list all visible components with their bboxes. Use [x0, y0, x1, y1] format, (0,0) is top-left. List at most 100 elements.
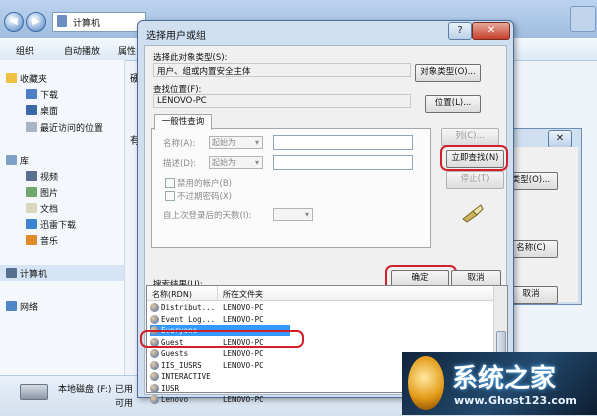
- disabled-accounts-checkbox[interactable]: [165, 178, 175, 188]
- result-name: Event Log...: [161, 314, 216, 324]
- sidebar-item-desktop[interactable]: 桌面: [40, 104, 58, 117]
- result-folder: LENOVO-PC: [223, 395, 264, 404]
- permissions-dialog-behind: ✕ 类型(O)... 名称(C) 取消: [504, 128, 582, 305]
- list-item[interactable]: INTERACTIVE: [150, 371, 290, 382]
- network-icon: [6, 301, 17, 311]
- col-header-name[interactable]: 名称(RDN): [152, 289, 192, 300]
- sidebar-item-documents[interactable]: 文档: [40, 202, 58, 215]
- list-item[interactable]: Event Log... LENOVO-PC: [150, 314, 290, 325]
- col-header-folder[interactable]: 所在文件夹: [223, 289, 263, 300]
- locations-button[interactable]: 位置(L)...: [425, 95, 481, 113]
- user-group-icon: [150, 372, 159, 381]
- tab-general-query[interactable]: 一般性查询: [154, 114, 212, 130]
- user-group-icon: [150, 360, 159, 370]
- sidebar-network[interactable]: 网络: [20, 300, 38, 313]
- watermark: 系统之家 www.Ghost123.com: [402, 352, 597, 415]
- stop-button[interactable]: 停止(T): [446, 171, 504, 189]
- behind-body: 类型(O)... 名称(C) 取消: [504, 147, 578, 304]
- non-expiring-password-checkbox[interactable]: [165, 191, 175, 201]
- star-icon: [6, 73, 17, 83]
- watermark-url: www.Ghost123.com: [454, 394, 577, 407]
- list-item[interactable]: IUSR: [150, 383, 290, 394]
- description-input[interactable]: [273, 155, 413, 170]
- back-icon[interactable]: ◀: [4, 12, 24, 32]
- search-box[interactable]: [570, 6, 596, 32]
- sidebar-item-videos[interactable]: 视频: [40, 170, 58, 183]
- drive-name: 本地磁盘 (F:): [58, 385, 112, 395]
- result-name: Lenovo: [161, 395, 189, 404]
- list-item[interactable]: Distribut... LENOVO-PC: [150, 302, 290, 313]
- days-since-logon-label: 自上次登录后的天数(I):: [163, 211, 252, 221]
- columns-button[interactable]: 列(C)...: [441, 128, 499, 146]
- result-name: Guests: [161, 349, 189, 358]
- user-group-icon: [150, 395, 159, 404]
- documents-icon: [26, 203, 37, 213]
- object-types-button[interactable]: 对象类型(O)...: [415, 64, 481, 82]
- music-icon: [26, 235, 37, 245]
- user-group-icon: [150, 314, 159, 324]
- description-label: 描述(D):: [163, 159, 197, 169]
- name-input[interactable]: [273, 135, 413, 150]
- pictures-icon: [26, 187, 37, 197]
- result-folder: LENOVO-PC: [223, 349, 264, 358]
- sidebar-computer-highlight: [0, 265, 124, 281]
- sidebar-item-music[interactable]: 音乐: [40, 234, 58, 247]
- sidebar-computer[interactable]: 计算机: [20, 267, 47, 280]
- forward-icon[interactable]: ▶: [26, 12, 46, 32]
- behind-close-icon[interactable]: ✕: [548, 130, 572, 148]
- result-folder: LENOVO-PC: [223, 360, 264, 370]
- everyone-highlight: [140, 330, 304, 348]
- results-header: 名称(RDN) 所在文件夹: [147, 286, 493, 301]
- address-bar[interactable]: 计算机: [52, 12, 146, 32]
- close-icon[interactable]: ✕: [472, 22, 510, 40]
- select-users-dialog: 选择用户或组 ? ✕ 选择此对象类型(S): 用户、组或内置安全主体 对象类型(…: [137, 20, 514, 404]
- drive-free-label: 可用: [115, 399, 134, 409]
- name-match-select[interactable]: 起始为: [209, 136, 263, 149]
- drive-icon: [20, 384, 48, 400]
- object-type-label: 选择此对象类型(S):: [153, 53, 228, 63]
- sidebar-item-thunder[interactable]: 迅雷下载: [40, 218, 76, 231]
- result-name: IUSR: [161, 383, 180, 393]
- sidebar-item-downloads[interactable]: 下载: [40, 88, 58, 101]
- sidebar-item-pictures[interactable]: 图片: [40, 186, 58, 199]
- name-label: 名称(A):: [163, 139, 196, 149]
- dialog-title: 选择用户或组: [146, 31, 206, 42]
- description-match-select[interactable]: 起始为: [209, 156, 263, 169]
- list-item[interactable]: Lenovo LENOVO-PC: [150, 394, 290, 405]
- disabled-accounts-label: 禁用的帐户(B): [177, 179, 232, 189]
- object-type-value: 用户、组或内置安全主体: [153, 63, 411, 77]
- result-folder: LENOVO-PC: [223, 314, 264, 324]
- non-expiring-password-label: 不过期密码(X): [177, 192, 232, 202]
- result-name: INTERACTIVE: [161, 372, 211, 381]
- download-icon: [26, 89, 37, 99]
- library-icon: [6, 155, 17, 165]
- user-group-icon: [150, 349, 159, 358]
- sidebar-favorites[interactable]: 收藏夹: [20, 72, 47, 85]
- video-icon: [26, 171, 37, 181]
- sidebar-library[interactable]: 库: [20, 154, 29, 167]
- watermark-title: 系统之家: [452, 364, 557, 394]
- recent-places-icon: [26, 122, 37, 132]
- col-divider: [217, 286, 218, 300]
- autoplay-button[interactable]: 自动播放: [64, 44, 100, 57]
- properties-button[interactable]: 属性: [118, 44, 136, 57]
- computer-icon: [57, 15, 67, 27]
- watermark-logo: [408, 356, 444, 410]
- help-icon[interactable]: ?: [448, 22, 472, 40]
- list-item[interactable]: Guests LENOVO-PC: [150, 348, 290, 359]
- computer-icon: [6, 268, 17, 278]
- desktop-icon: [26, 105, 37, 115]
- days-since-logon-select[interactable]: [273, 208, 313, 221]
- address-text: 计算机: [73, 19, 101, 29]
- thunder-download-icon: [26, 219, 37, 229]
- behind-titlebar: ✕: [512, 129, 572, 148]
- navigation-pane: 收藏夹 下载 桌面 最近访问的位置 库 视频 图片 文档 迅雷下载 音乐 计算机…: [0, 60, 125, 375]
- organize-button[interactable]: 组织: [16, 44, 34, 57]
- list-item[interactable]: IIS_IUSRS LENOVO-PC: [150, 360, 290, 371]
- find-now-highlight: [440, 145, 508, 171]
- user-group-icon: [150, 383, 159, 393]
- result-folder: LENOVO-PC: [223, 303, 264, 312]
- drive-used-label: 已用: [115, 385, 134, 395]
- sidebar-item-recent[interactable]: 最近访问的位置: [40, 121, 103, 134]
- location-value: LENOVO-PC: [153, 94, 411, 108]
